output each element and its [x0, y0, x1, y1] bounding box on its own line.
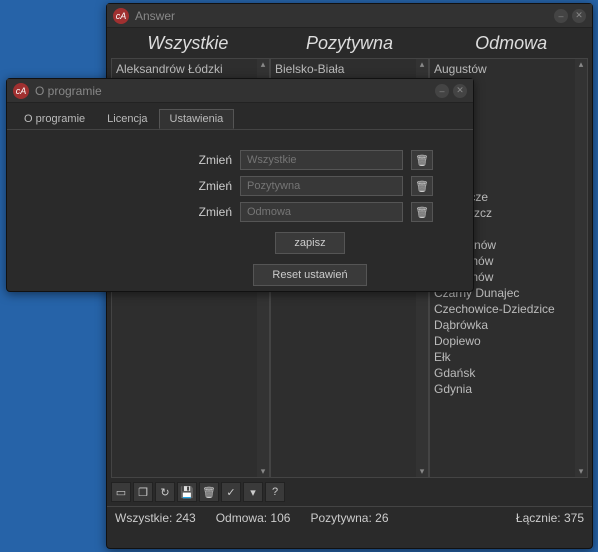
trash-icon[interactable]: 🗑	[199, 482, 219, 502]
list-item[interactable]: Gdynia	[434, 381, 583, 397]
file-icon[interactable]: ▭	[111, 482, 131, 502]
about-title: O programie	[35, 84, 435, 98]
list-item[interactable]: Dąbrówka	[434, 317, 583, 333]
window-icon[interactable]: ❐	[133, 482, 153, 502]
status-bar: Wszystkie: 243 Odmowa: 106 Pozytywna: 26…	[107, 506, 592, 529]
change-label: Zmień	[187, 153, 232, 167]
tab-ustawienia[interactable]: Ustawienia	[159, 109, 235, 129]
header-refusal: Odmowa	[430, 33, 592, 54]
reset-button[interactable]: Reset ustawień	[253, 264, 366, 286]
tab-o-programie[interactable]: O programie	[13, 109, 96, 129]
status-all: Wszystkie: 243	[115, 511, 196, 525]
setting-row: Zmień 🗑	[187, 202, 433, 222]
check-icon[interactable]: ✓	[221, 482, 241, 502]
trash-icon[interactable]: 🗑	[411, 202, 433, 222]
close-icon[interactable]: ✕	[572, 9, 586, 23]
trash-icon[interactable]: 🗑	[411, 150, 433, 170]
input-refusal[interactable]	[240, 202, 403, 222]
input-positive[interactable]	[240, 176, 403, 196]
list-item[interactable]: Ełk	[434, 349, 583, 365]
about-window: cA O programie – ✕ O programieLicencjaUs…	[6, 78, 474, 292]
list-item[interactable]: Aleksandrów Łódzki	[116, 61, 265, 77]
status-refusal: Odmowa: 106	[216, 511, 291, 525]
about-titlebar[interactable]: cA O programie – ✕	[7, 79, 473, 103]
refresh-icon[interactable]: ↻	[155, 482, 175, 502]
close-icon[interactable]: ✕	[453, 84, 467, 98]
list-item[interactable]: Czechowice-Dziedzice	[434, 301, 583, 317]
trash-icon[interactable]: 🗑	[411, 176, 433, 196]
scrollbar[interactable]: ▴▾	[575, 59, 587, 477]
settings-panel: Zmień 🗑 Zmień 🗑 Zmień 🗑 zapisz Reset ust…	[7, 130, 473, 296]
minimize-icon[interactable]: –	[554, 9, 568, 23]
answer-title: Answer	[135, 9, 554, 23]
list-item[interactable]: Gdańsk	[434, 365, 583, 381]
minimize-icon[interactable]: –	[435, 84, 449, 98]
input-all[interactable]	[240, 150, 403, 170]
header-positive: Pozytywna	[269, 33, 431, 54]
app-icon: cA	[113, 8, 129, 24]
change-label: Zmień	[187, 205, 232, 219]
answer-titlebar[interactable]: cA Answer – ✕	[107, 4, 592, 28]
tab-bar: O programieLicencjaUstawienia	[7, 103, 473, 130]
setting-row: Zmień 🗑	[187, 150, 433, 170]
app-icon: cA	[13, 83, 29, 99]
status-positive: Pozytywna: 26	[310, 511, 388, 525]
tab-licencja[interactable]: Licencja	[96, 109, 158, 129]
list-item[interactable]: Bielsko-Biała	[275, 61, 424, 77]
list-item[interactable]: Dopiewo	[434, 333, 583, 349]
save-icon[interactable]: 💾	[177, 482, 197, 502]
column-headers: Wszystkie Pozytywna Odmowa	[107, 28, 592, 58]
list-item[interactable]: Augustów	[434, 61, 583, 77]
setting-row: Zmień 🗑	[187, 176, 433, 196]
status-total: Łącznie: 375	[516, 511, 584, 525]
save-button[interactable]: zapisz	[275, 232, 344, 254]
change-label: Zmień	[187, 179, 232, 193]
help-icon[interactable]: ?	[265, 482, 285, 502]
header-all: Wszystkie	[107, 33, 269, 54]
toolbar: ▭❐↻💾🗑✓▾?	[107, 478, 592, 506]
down-icon[interactable]: ▾	[243, 482, 263, 502]
